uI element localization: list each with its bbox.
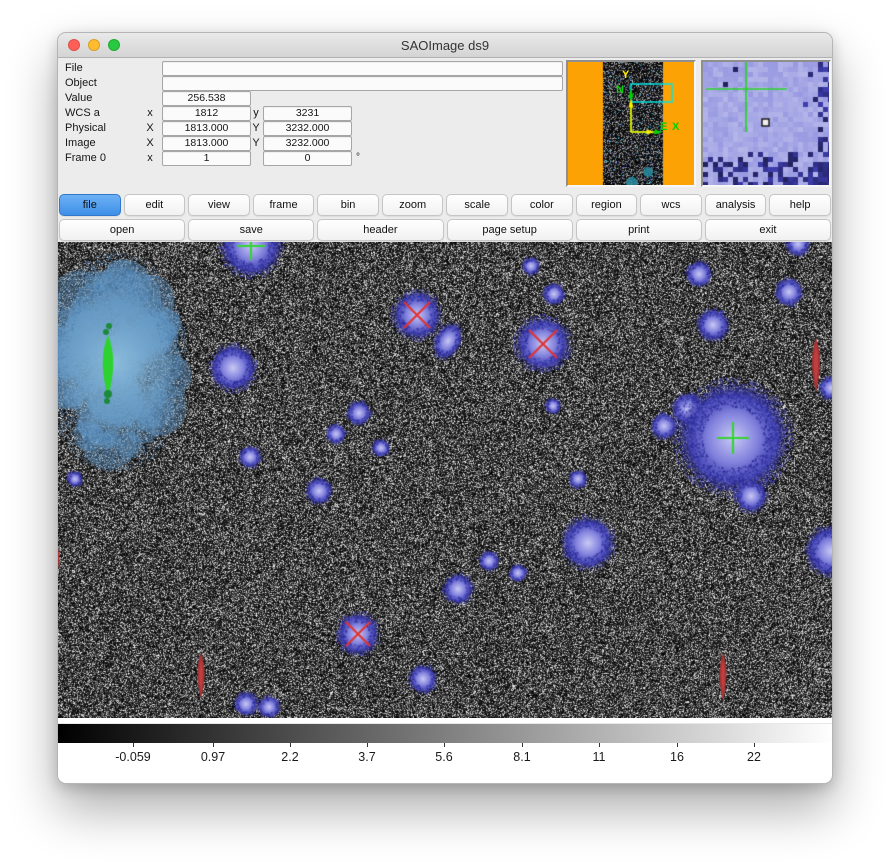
menu-button-view[interactable]: view — [188, 194, 250, 216]
image-x-label: X — [142, 136, 158, 150]
traffic-lights — [68, 39, 120, 51]
menu-button-bin[interactable]: bin — [317, 194, 379, 216]
object-value-field — [162, 76, 563, 91]
colorbar-label: 0.97 — [201, 750, 225, 764]
panner-compass-n-label: N — [616, 85, 624, 96]
ds9-window: SAOImage ds9 File Object Value 256.538 W… — [57, 32, 833, 784]
colorbar-label: 8.1 — [513, 750, 530, 764]
colorbar-tick — [367, 743, 368, 747]
panner-compass-e-label: E — [660, 122, 667, 133]
info-label-object: Object — [65, 76, 97, 90]
info-label-wcs: WCS a — [65, 106, 100, 120]
menu-button-wcs[interactable]: wcs — [640, 194, 702, 216]
minimize-icon[interactable] — [88, 39, 100, 51]
frame-zoom-label: x — [142, 151, 158, 165]
menu-row-file-actions: open save header page setup print exit — [59, 219, 831, 241]
colorbar-labels: -0.059 0.97 2.2 3.7 5.6 8.1 11 16 22 — [58, 750, 833, 770]
info-label-physical: Physical — [65, 121, 106, 135]
menu-button-zoom[interactable]: zoom — [382, 194, 444, 216]
image-x-field: 1813.000 — [162, 136, 251, 151]
panner-axis-y-label: Y — [622, 70, 629, 81]
frame-angle-field: 0 — [263, 151, 352, 166]
info-label-value: Value — [65, 91, 92, 105]
title-bar[interactable]: SAOImage ds9 — [58, 33, 832, 58]
panner-axis-x-label: X — [672, 122, 679, 133]
colorbar-tick — [522, 743, 523, 747]
degree-symbol: ° — [356, 151, 360, 165]
pixel-value-field: 256.538 — [162, 91, 251, 106]
main-image-canvas[interactable] — [58, 242, 833, 718]
info-label-file: File — [65, 61, 83, 75]
colorbar-tick — [133, 743, 134, 747]
menu-button-analysis[interactable]: analysis — [705, 194, 767, 216]
window-title: SAOImage ds9 — [401, 38, 489, 53]
image-display — [58, 242, 833, 718]
physical-y-label: Y — [250, 121, 262, 135]
info-panel: File Object Value 256.538 WCS a x 1812 y… — [58, 58, 832, 194]
close-icon[interactable] — [68, 39, 80, 51]
menu-button-open[interactable]: open — [59, 219, 185, 241]
colorbar-label: 5.6 — [435, 750, 452, 764]
info-label-image: Image — [65, 136, 96, 150]
menu-button-color[interactable]: color — [511, 194, 573, 216]
physical-y-field: 3232.000 — [263, 121, 352, 136]
physical-x-label: X — [142, 121, 158, 135]
menu-button-header[interactable]: header — [317, 219, 443, 241]
colorbar-label: 22 — [747, 750, 761, 764]
file-value-field — [162, 61, 563, 76]
menu-button-exit[interactable]: exit — [705, 219, 831, 241]
wcs-y-field: 3231 — [263, 106, 352, 121]
colorbar-label: 3.7 — [358, 750, 375, 764]
menu-button-file[interactable]: file — [59, 194, 121, 216]
menu-button-edit[interactable]: edit — [124, 194, 186, 216]
menu-row-main: file edit view frame bin zoom scale colo… — [59, 194, 831, 216]
colorbar-tick — [677, 743, 678, 747]
colorbar-label: 2.2 — [281, 750, 298, 764]
colorbar-label: 16 — [670, 750, 684, 764]
panner-panel[interactable]: Y N E X — [566, 60, 696, 187]
menu-button-frame[interactable]: frame — [253, 194, 315, 216]
menu-button-help[interactable]: help — [769, 194, 831, 216]
colorbar-tick — [213, 743, 214, 747]
magnifier-panel — [701, 60, 831, 187]
image-y-field: 3232.000 — [263, 136, 352, 151]
frame-zoom-field: 1 — [162, 151, 251, 166]
colorbar-tick — [754, 743, 755, 747]
colorbar-tick — [444, 743, 445, 747]
menu-button-region[interactable]: region — [576, 194, 638, 216]
colorbar[interactable] — [58, 723, 833, 743]
menu-button-page-setup[interactable]: page setup — [447, 219, 573, 241]
colorbar-label: -0.059 — [115, 750, 150, 764]
colorbar-label: 11 — [593, 750, 606, 764]
zoom-icon[interactable] — [108, 39, 120, 51]
menu-button-save[interactable]: save — [188, 219, 314, 241]
wcs-x-label: x — [142, 106, 158, 120]
magnifier-canvas — [703, 62, 829, 185]
info-label-frame: Frame 0 — [65, 151, 106, 165]
colorbar-section: -0.059 0.97 2.2 3.7 5.6 8.1 11 16 22 — [58, 718, 832, 783]
menu-button-print[interactable]: print — [576, 219, 702, 241]
physical-x-field: 1813.000 — [162, 121, 251, 136]
wcs-x-field: 1812 — [162, 106, 251, 121]
menu-bar: file edit view frame bin zoom scale colo… — [58, 193, 832, 242]
image-y-label: Y — [250, 136, 262, 150]
colorbar-tick — [599, 743, 600, 747]
menu-button-scale[interactable]: scale — [446, 194, 508, 216]
colorbar-tick — [290, 743, 291, 747]
wcs-y-label: y — [250, 106, 262, 120]
